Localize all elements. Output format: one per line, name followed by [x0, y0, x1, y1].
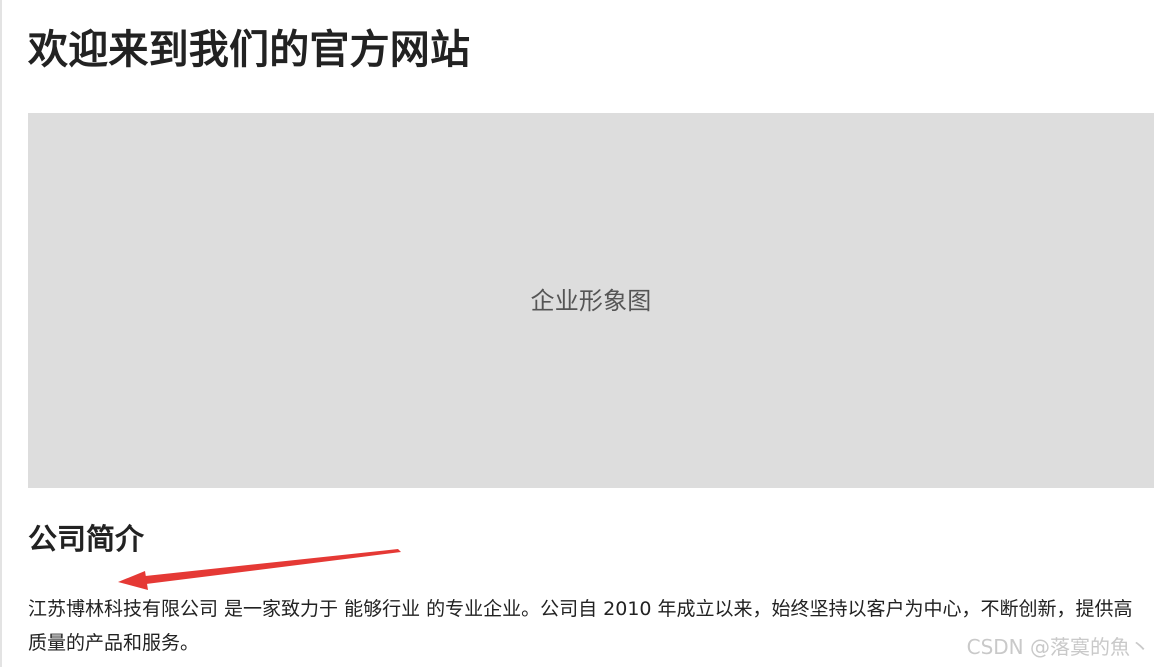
page-title: 欢迎来到我们的官方网站	[28, 27, 471, 73]
csdn-watermark: CSDN @落寞的魚丶	[966, 635, 1150, 659]
page-left-divider	[0, 0, 2, 667]
website-content: 欢迎来到我们的官方网站 企业形象图 公司简介 江苏博林科技有限公司 是一家致力于…	[28, 0, 1154, 667]
about-heading: 公司简介	[28, 522, 145, 556]
hero-image-placeholder: 企业形象图	[28, 113, 1154, 488]
hero-image-label: 企业形象图	[530, 286, 652, 315]
